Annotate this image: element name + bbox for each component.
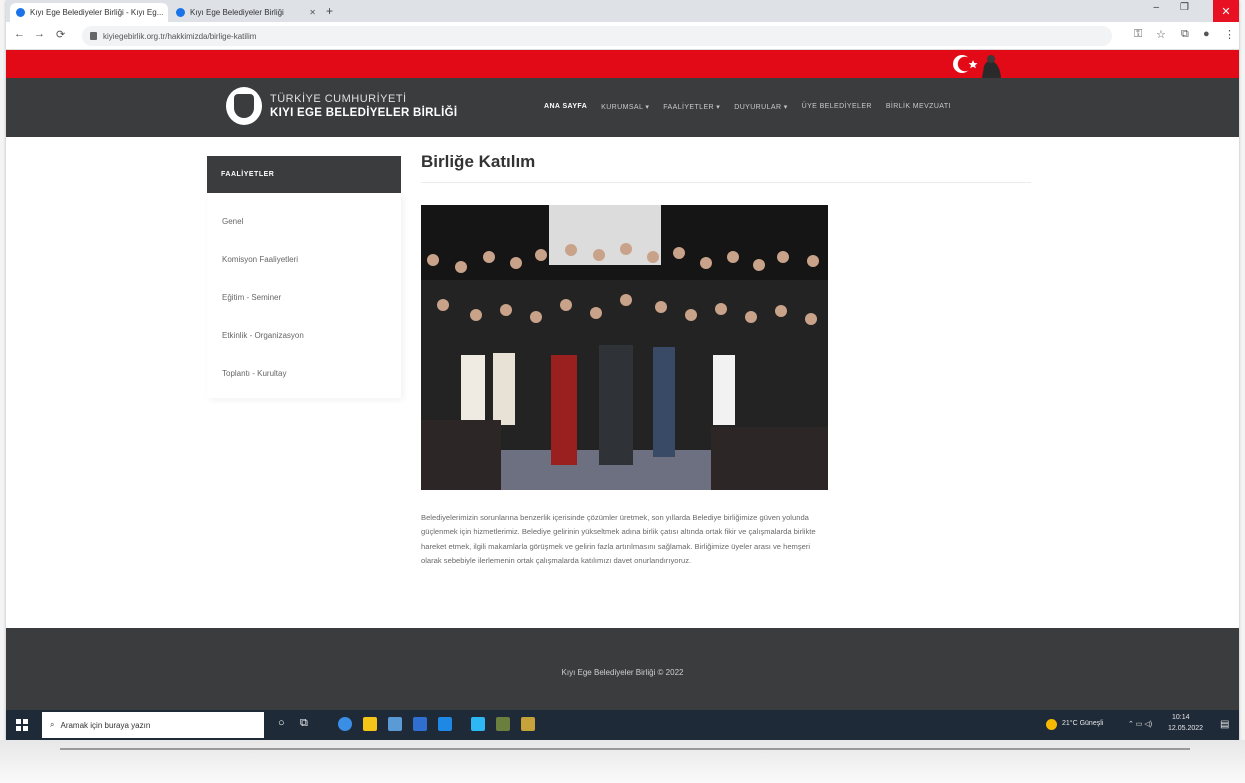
group-photo	[421, 205, 828, 490]
site-header: TÜRKİYE CUMHURİYETİ KIYI EGE BELEDİYELER…	[6, 78, 1239, 137]
site-top-bar	[6, 50, 1239, 78]
main-menu: ANA SAYFA KURUMSAL ▾ FAALİYETLER ▾ DUYUR…	[544, 103, 951, 111]
article-body: Belediyelerimizin sorunlarına benzerlik …	[421, 513, 816, 565]
more-icon[interactable]: ⋮	[1224, 28, 1235, 41]
app-icon[interactable]	[471, 717, 485, 731]
logo-line-2[interactable]: KIYI EGE BELEDİYELER BİRLİĞİ	[270, 107, 457, 119]
tab-title: Kıyı Ege Belediyeler Birliği	[190, 8, 284, 17]
site-favicon-icon	[16, 8, 25, 17]
sidebar-heading: FAALİYETLER	[207, 156, 401, 193]
ataturk-flag-icon	[953, 55, 1001, 78]
maximize-icon[interactable]: ❐	[1180, 2, 1189, 13]
notifications-icon[interactable]: ▤	[1220, 719, 1229, 730]
taskbar-search-placeholder: Aramak için buraya yazın	[60, 720, 151, 730]
clock-time[interactable]: 10:14	[1172, 714, 1190, 721]
profile-icon[interactable]: ●	[1203, 28, 1210, 40]
search-icon: ⌕	[50, 720, 55, 729]
window-close-icon[interactable]: ✕	[1213, 0, 1239, 22]
screen: Kıyı Ege Belediyeler Birliği - Kıyı Eg..…	[6, 0, 1239, 740]
store-icon[interactable]	[388, 717, 402, 731]
logo-line-1[interactable]: TÜRKİYE CUMHURİYETİ	[270, 93, 407, 105]
sidebar-item-commission[interactable]: Komisyon Faaliyetleri	[222, 255, 298, 264]
clock-date[interactable]: 12.05.2022	[1168, 725, 1203, 732]
lock-icon	[90, 32, 97, 40]
app-icon[interactable]	[438, 717, 452, 731]
chrome-icon[interactable]	[496, 717, 510, 731]
scan-margin	[0, 740, 1245, 783]
page-title: Birliğe Katılım	[421, 152, 536, 171]
forward-icon[interactable]: →	[34, 28, 45, 40]
weather-icon[interactable]	[1046, 719, 1057, 730]
extensions-icon[interactable]: ⧉	[1181, 28, 1189, 41]
menu-item-member-municipalities[interactable]: ÜYE BELEDİYELER	[802, 103, 872, 111]
taskbar-search-input[interactable]: ⌕ Aramak için buraya yazın	[42, 712, 264, 738]
menu-item-activities[interactable]: FAALİYETLER ▾	[663, 103, 720, 111]
windows-taskbar: ⌕ Aramak için buraya yazın ○ ⧉ 21°C Güne…	[6, 710, 1239, 740]
menu-item-legislation[interactable]: BİRLİK MEVZUATI	[886, 103, 951, 111]
footer-copyright: Kıyı Ege Belediyeler Birliği © 2022	[561, 668, 684, 677]
file-explorer-icon[interactable]	[363, 717, 377, 731]
address-text: kiyiegebirlik.org.tr/hakkimizda/birlige-…	[103, 31, 257, 41]
site-footer: Kıyı Ege Belediyeler Birliği © 2022	[6, 628, 1239, 710]
edge-icon[interactable]	[338, 717, 352, 731]
tab-close-icon[interactable]: ✕	[309, 8, 316, 17]
browser-toolbar: ← → ⟳ kiyiegebirlik.org.tr/hakkimizda/bi…	[6, 22, 1239, 50]
site-favicon-icon	[176, 8, 185, 17]
tray-icons[interactable]: ⌃ ▭ ◁)	[1128, 720, 1152, 728]
browser-tabstrip: Kıyı Ege Belediyeler Birliği - Kıyı Eg..…	[6, 0, 1239, 22]
browser-tab-active[interactable]: Kıyı Ege Belediyeler Birliği - Kıyı Eg..…	[10, 3, 168, 22]
star-icon[interactable]: ☆	[1156, 28, 1166, 41]
address-bar[interactable]: kiyiegebirlik.org.tr/hakkimizda/birlige-…	[82, 26, 1112, 46]
browser-tab[interactable]: Kıyı Ege Belediyeler Birliği ✕	[170, 3, 322, 22]
mail-icon[interactable]	[413, 717, 427, 731]
divider	[60, 748, 1190, 750]
menu-item-corporate[interactable]: KURUMSAL ▾	[601, 103, 649, 111]
menu-item-home[interactable]: ANA SAYFA	[544, 103, 587, 111]
menu-item-announcements[interactable]: DUYURULAR ▾	[734, 103, 787, 111]
back-icon[interactable]: ←	[14, 28, 25, 40]
cortana-icon[interactable]: ○	[278, 717, 285, 729]
reload-icon[interactable]: ⟳	[56, 28, 65, 41]
sidebar-menu: Genel Komisyon Faaliyetleri Eğitim - Sem…	[207, 193, 401, 398]
key-icon[interactable]: ⚿	[1134, 28, 1142, 41]
tab-title: Kıyı Ege Belediyeler Birliği - Kıyı Eg..…	[30, 8, 164, 17]
title-divider	[421, 182, 1031, 183]
task-view-icon[interactable]: ⧉	[300, 717, 308, 730]
sidebar-item-meetings[interactable]: Toplantı - Kurultay	[222, 369, 286, 378]
minimize-icon[interactable]: –	[1153, 2, 1159, 13]
sidebar-item-training[interactable]: Eğitim - Seminer	[222, 293, 281, 302]
sidebar-item-events[interactable]: Etkinlik - Organizasyon	[222, 331, 304, 340]
sidebar-item-general[interactable]: Genel	[222, 217, 243, 226]
logo-emblem-icon[interactable]	[226, 87, 262, 125]
windows-start-icon[interactable]	[16, 719, 28, 731]
new-tab-icon[interactable]: +	[326, 4, 333, 18]
app-icon[interactable]	[521, 717, 535, 731]
weather-text[interactable]: 21°C Güneşli	[1062, 720, 1103, 727]
